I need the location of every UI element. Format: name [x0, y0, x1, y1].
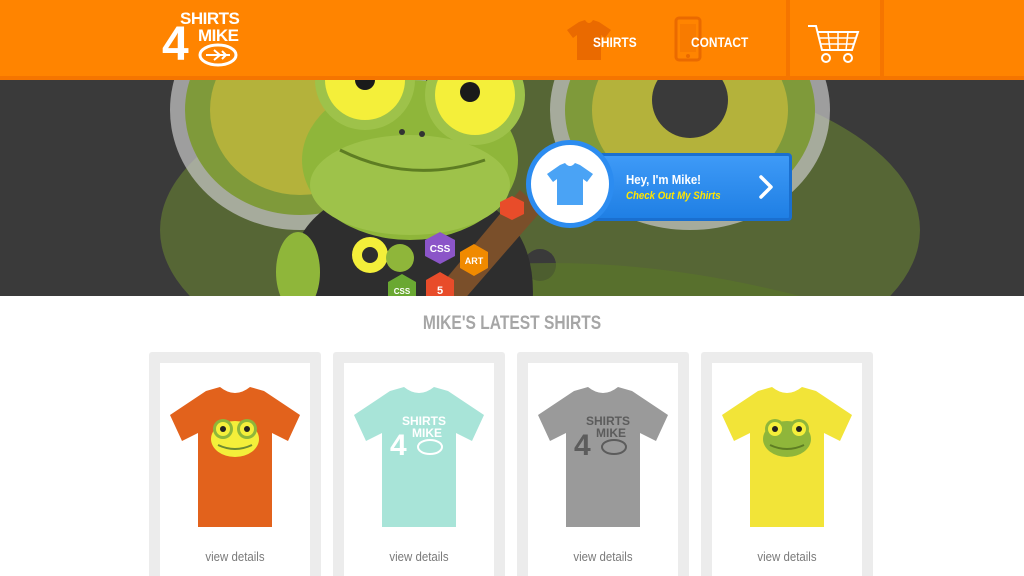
shirt-logo-text: MIKE: [596, 426, 626, 440]
product-card[interactable]: view details: [149, 352, 321, 576]
cta-badge: [526, 140, 614, 228]
view-details-link[interactable]: view details: [537, 549, 669, 564]
product-grid: view details SHIRTS MIKE 4 view details …: [149, 352, 875, 576]
badge-art: ART: [465, 256, 484, 266]
chevron-right-icon: [759, 175, 773, 199]
product-card-inner: view details: [712, 363, 862, 576]
cta-subtitle: Check Out My Shirts: [626, 190, 721, 202]
cta-title: Hey, I'm Mike!: [626, 172, 701, 187]
badge-html5: 5: [437, 285, 443, 296]
view-details-link[interactable]: view details: [353, 549, 485, 564]
tshirt-gray-logo: SHIRTS MIKE 4: [538, 387, 668, 527]
check-out-shirts-button[interactable]: Hey, I'm Mike! Check Out My Shirts: [524, 138, 794, 234]
product-card-inner: SHIRTS MIKE 4 view details: [528, 363, 678, 576]
product-card[interactable]: SHIRTS MIKE 4 view details: [517, 352, 689, 576]
section-title: MIKE'S LATEST SHIRTS: [422, 313, 602, 334]
logo-text-shirts: SHIRTS: [180, 9, 240, 28]
view-details-link[interactable]: view details: [169, 549, 301, 564]
shopping-cart-icon: [808, 25, 860, 63]
product-card[interactable]: SHIRTS MIKE 4 view details: [333, 352, 505, 576]
tshirt-mint-logo: SHIRTS MIKE 4: [354, 387, 484, 527]
product-card[interactable]: view details: [701, 352, 873, 576]
tshirt-yellow-frog: [722, 387, 852, 527]
nav-contact[interactable]: CONTACT: [670, 14, 770, 64]
tshirt-icon: [547, 163, 593, 205]
site-logo[interactable]: 4 SHIRTS MIKE: [158, 8, 258, 71]
shirt-logo-text: MIKE: [412, 426, 442, 440]
product-card-inner: SHIRTS MIKE 4 view details: [344, 363, 494, 576]
tshirt-orange-frog: [170, 387, 300, 527]
view-details-link[interactable]: view details: [721, 549, 853, 564]
logo-text-mike: MIKE: [198, 26, 239, 45]
badge-css: CSS: [430, 244, 451, 255]
shirt-logo-numeral: 4: [574, 429, 591, 462]
cart-button[interactable]: [786, 0, 884, 80]
shirt-logo-numeral: 4: [390, 429, 407, 462]
nav-shirts-label: SHIRTS: [593, 34, 637, 50]
hero-banner: CSS ART CSS 5 Hey, I'm Mike! Check Out M…: [0, 80, 1024, 296]
nav-contact-label: CONTACT: [691, 34, 749, 50]
badge-css3: CSS: [394, 287, 411, 296]
nav-shirts[interactable]: SHIRTS: [565, 14, 645, 64]
product-card-inner: view details: [160, 363, 310, 576]
site-header: 4 SHIRTS MIKE SHIRTS CONTACT: [0, 0, 1024, 80]
frog-mascot: CSS ART CSS 5: [276, 80, 542, 296]
